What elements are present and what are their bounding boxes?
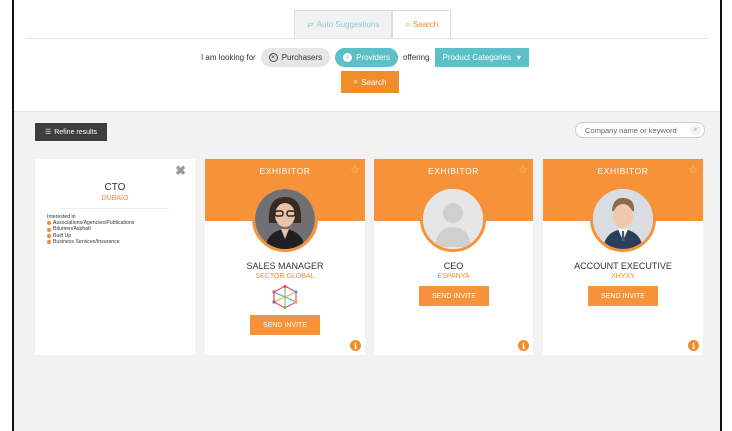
- results-area: ☰ Refine results Company name or keyword…: [14, 112, 720, 431]
- exhibitor-badge: EXHIBITOR: [427, 166, 480, 176]
- star-icon[interactable]: ☆: [518, 163, 528, 176]
- interest-text: Business Services/Insurance: [53, 238, 120, 245]
- info-icon[interactable]: i: [688, 340, 699, 351]
- star-icon[interactable]: ☆: [350, 163, 360, 176]
- search-icon: ⌕: [405, 19, 410, 29]
- search-icon: ⌕: [353, 77, 359, 86]
- avatar: [252, 186, 318, 252]
- avatar: [420, 186, 486, 252]
- filter-location: DUBAIO: [101, 195, 129, 202]
- search-icon[interactable]: ⌕: [690, 125, 701, 135]
- tab-label: Auto Suggestions: [316, 20, 380, 29]
- tab-label: Search: [412, 20, 439, 29]
- company-name: XHYXY: [611, 273, 635, 280]
- keyword-placeholder: Company name or keyword: [585, 125, 677, 135]
- close-circle-icon: ✕: [268, 53, 278, 62]
- company-name: SECTOR GLOBAL: [255, 273, 315, 280]
- placeholder-person-icon: [423, 189, 483, 249]
- menu-icon: ☰: [44, 129, 52, 136]
- refine-label: Refine results: [54, 128, 98, 136]
- bullet-icon: [47, 239, 51, 244]
- search-criteria-row: I am looking for ✕ Purchasers ✓ Provider…: [14, 48, 720, 67]
- tab-search[interactable]: ⌕ Search: [392, 10, 452, 38]
- list-item: Business Services/Insurance: [47, 239, 134, 245]
- send-invite-button[interactable]: SEND INVITE: [419, 286, 489, 306]
- info-icon[interactable]: i: [518, 340, 529, 351]
- shuffle-icon: ⇄: [307, 20, 314, 29]
- tab-auto-suggestions[interactable]: ⇄ Auto Suggestions: [294, 10, 393, 38]
- purchasers-label: Purchasers: [281, 53, 323, 62]
- exhibitor-card[interactable]: EXHIBITOR ☆ SALES MANAGER SECTOR GLOBAL: [205, 159, 365, 355]
- company-logo: [272, 285, 298, 309]
- keyword-search-input[interactable]: Company name or keyword ⌕: [575, 122, 705, 138]
- bullet-icon: [47, 233, 51, 238]
- product-categories-select[interactable]: Product Categories ▾: [434, 48, 529, 67]
- send-invite-button[interactable]: SEND INVITE: [588, 286, 658, 306]
- app-frame: ⇄ Auto Suggestions ⌕ Search I am looking…: [12, 0, 722, 431]
- exhibitor-badge: EXHIBITOR: [597, 166, 649, 176]
- avatar: [590, 186, 656, 252]
- offering-label: offering: [402, 53, 430, 62]
- job-title: CEO: [443, 261, 464, 271]
- interests-list: Interested in Associations/Agencies/Publ…: [47, 214, 134, 245]
- bullet-icon: [47, 221, 51, 226]
- providers-toggle[interactable]: ✓ Providers: [335, 48, 398, 67]
- chevron-down-icon: ▾: [516, 53, 521, 62]
- send-invite-button[interactable]: SEND INVITE: [250, 315, 320, 335]
- divider: [61, 208, 169, 209]
- purchasers-toggle[interactable]: ✕ Purchasers: [260, 48, 331, 67]
- providers-label: Providers: [356, 53, 390, 62]
- looking-for-label: I am looking for: [200, 53, 256, 62]
- close-icon[interactable]: ✖: [175, 163, 186, 179]
- woman-photo: [255, 189, 315, 249]
- search-button[interactable]: ⌕ Search: [341, 71, 399, 93]
- search-button-label: Search: [361, 77, 387, 87]
- star-icon[interactable]: ☆: [688, 163, 698, 176]
- job-title: ACCOUNT EXECUTIVE: [574, 261, 672, 271]
- exhibitor-card[interactable]: EXHIBITOR ☆ CEO ESPANYA SEND INVITE i: [374, 159, 533, 355]
- tab-divider: [26, 38, 708, 39]
- bullet-icon: [47, 227, 51, 232]
- man-photo: [593, 189, 653, 249]
- info-icon[interactable]: i: [350, 340, 361, 351]
- filter-job-title: CTO: [104, 182, 126, 193]
- filter-card: ✖ CTO DUBAIO Interested in Associations/…: [35, 159, 195, 355]
- exhibitor-card[interactable]: EXHIBITOR ☆ ACCOUNT EXECUTIVE XHYXY SEND…: [543, 159, 703, 355]
- search-header: ⇄ Auto Suggestions ⌕ Search I am looking…: [14, 0, 720, 112]
- company-name: ESPANYA: [437, 273, 470, 280]
- exhibitor-badge: EXHIBITOR: [259, 166, 311, 176]
- select-label: Product Categories: [442, 53, 511, 62]
- job-title: SALES MANAGER: [246, 261, 324, 271]
- refine-results-button[interactable]: ☰ Refine results: [35, 123, 107, 141]
- check-circle-icon: ✓: [343, 53, 353, 62]
- tab-bar: ⇄ Auto Suggestions ⌕ Search: [294, 10, 452, 38]
